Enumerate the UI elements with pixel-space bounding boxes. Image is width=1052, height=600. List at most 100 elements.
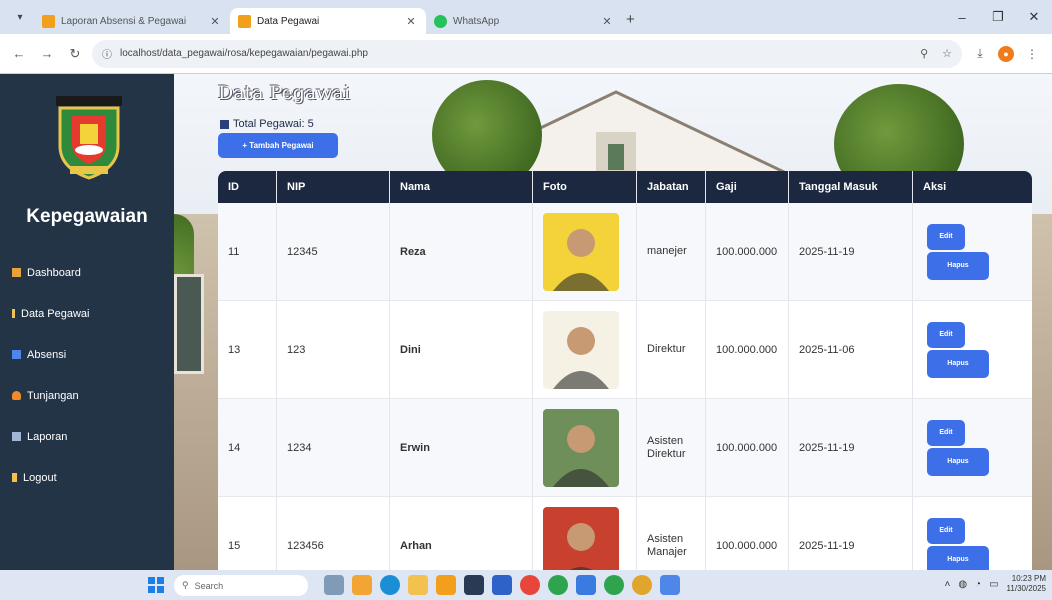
delete-button[interactable]: Hapus [927,251,989,280]
sidebar-item-label: Tunjangan [27,389,79,402]
employee-photo [543,408,619,487]
whatsapp-icon [434,14,447,28]
search-icon: ⚲ [182,580,189,590]
sidebar-item-tunjangan[interactable]: Tunjangan [12,375,90,416]
download-icon[interactable]: ⤓ [968,46,992,61]
bookmark-star-icon[interactable]: ☆ [942,47,952,60]
total-pegawai: Total Pegawai: 5 [220,118,314,130]
close-tab-icon[interactable]: ✕ [404,15,418,28]
widgets-icon[interactable] [352,575,372,595]
table-row: 14 1234 Erwin Asisten Direktur 100.000.000 20… [218,399,1032,497]
tab-laporan[interactable]: Laporan Absensi & Pegawai ✕ [34,8,230,34]
back-icon[interactable]: ← [8,46,30,61]
cell-nama: Arhan [390,497,533,570]
reload-icon[interactable]: ↻ [64,46,86,62]
column-header: Jabatan [637,171,706,203]
browser-tab-bar: ▾ Laporan Absensi & Pegawai ✕ Data Pegaw… [0,0,1052,34]
dashboard-icon [12,268,21,277]
cell-foto [533,301,637,398]
chrome-icon[interactable] [604,575,624,595]
main-content: Data Pegawai Total Pegawai: 5 + Tambah P… [174,74,1052,570]
battery-icon[interactable]: ▭ [989,579,998,590]
edit-button[interactable]: Edit [927,321,965,348]
cell-nama: Erwin [390,399,533,496]
delete-button[interactable]: Hapus [927,447,989,476]
tab-title: WhatsApp [453,15,500,27]
cell-tanggal: 2025-11-06 [789,301,913,398]
close-tab-icon[interactable]: ✕ [600,15,614,28]
restore-icon[interactable]: ❐ [980,9,1016,25]
cell-aksi: Edit Hapus [913,497,1032,570]
employee-table: ID NIP Nama Foto Jabatan Gaji Tanggal Ma… [218,171,1032,570]
taskbar-apps [324,575,680,595]
edit-button[interactable]: Edit [927,419,965,446]
cell-nip: 1234 [277,399,390,496]
page-favicon-icon [238,14,251,28]
clock[interactable]: 10:23 PM 11/30/2025 [1007,574,1046,594]
delete-button[interactable]: Hapus [927,349,989,378]
app-icon[interactable] [660,575,680,595]
close-window-icon[interactable]: ✕ [1016,9,1052,25]
tab-title: Data Pegawai [257,15,320,27]
tab-whatsapp[interactable]: WhatsApp ✕ [426,8,622,34]
chevron-up-icon[interactable]: ˄ [944,579,950,590]
xampp-icon[interactable] [436,575,456,595]
cell-tanggal: 2025-11-19 [789,399,913,496]
sidebar-item-data-pegawai[interactable]: Data Pegawai [12,293,90,334]
cell-tanggal: 2025-11-19 [789,203,913,300]
url-text[interactable]: localhost/data_pegawai/rosa/kepegawaian/… [120,48,368,59]
tab-list-button[interactable]: ▾ [10,7,30,27]
sidebar-item-logout[interactable]: Logout [12,457,90,498]
sidebar-item-label: Dashboard [27,266,81,279]
column-header: Gaji [706,171,789,203]
menu-dots-icon[interactable]: ⋮ [1020,47,1044,61]
tab-data-pegawai[interactable]: Data Pegawai ✕ [230,8,426,34]
edit-button[interactable]: Edit [927,223,965,250]
cell-jabatan: manejer [637,203,706,300]
table-body: 11 12345 Reza manejer 100.000.000 2025-11-19 E… [218,203,1032,570]
site-info-icon[interactable]: ⓘ [102,46,112,61]
chrome-icon[interactable] [548,575,568,595]
cell-foto [533,203,637,300]
file-explorer-icon[interactable] [408,575,428,595]
sidebar-item-dashboard[interactable]: Dashboard [12,252,90,293]
search-placeholder: Search [194,580,224,591]
table-header: ID NIP Nama Foto Jabatan Gaji Tanggal Ma… [218,171,1032,203]
app-icon[interactable] [576,575,596,595]
delete-button[interactable]: Hapus [927,545,989,570]
cell-aksi: Edit Hapus [913,203,1032,300]
forward-icon[interactable]: → [36,46,58,61]
cell-aksi: Edit Hapus [913,301,1032,398]
url-bar[interactable]: ⓘ localhost/data_pegawai/rosa/kepegawaia… [92,39,962,68]
volume-icon[interactable]: ◔ [975,579,981,590]
table-row: 15 123456 Arhan Asisten Manajer 100.000.000 2… [218,497,1032,570]
table-row: 13 123 Dini Direktur 100.000.000 2025-11-06 Ed… [218,301,1032,399]
weather-icon[interactable] [324,575,344,595]
windows-start-icon[interactable] [148,577,164,593]
sidebar-item-absensi[interactable]: Absensi [12,334,90,375]
users-icon [12,309,15,318]
cell-nip: 12345 [277,203,390,300]
column-header: ID [218,171,277,203]
zoom-icon[interactable]: ⚲ [920,47,928,60]
sidebar: Kepegawaian Dashboard Data Pegawai Absen… [0,74,174,570]
network-icon[interactable]: ◍ [958,579,967,590]
profile-avatar[interactable]: ● [998,45,1014,62]
new-tab-button[interactable]: + [626,11,635,28]
chrome-icon[interactable] [632,575,652,595]
edit-button[interactable]: Edit [927,517,965,544]
cell-gaji: 100.000.000 [706,399,789,496]
minimize-icon[interactable]: – [944,10,980,25]
cell-jabatan: Asisten Manajer [637,497,706,570]
sidebar-item-laporan[interactable]: Laporan [12,416,90,457]
page-title: Data Pegawai [218,82,350,104]
add-employee-button[interactable]: + Tambah Pegawai [218,133,338,158]
app-icon[interactable] [520,575,540,595]
vscode-icon[interactable] [492,575,512,595]
employee-photo [543,212,619,291]
cell-aksi: Edit Hapus [913,399,1032,496]
edge-icon[interactable] [380,575,400,595]
taskbar-search[interactable]: ⚲ Search [174,575,308,596]
close-tab-icon[interactable]: ✕ [208,15,222,28]
store-icon[interactable] [464,575,484,595]
